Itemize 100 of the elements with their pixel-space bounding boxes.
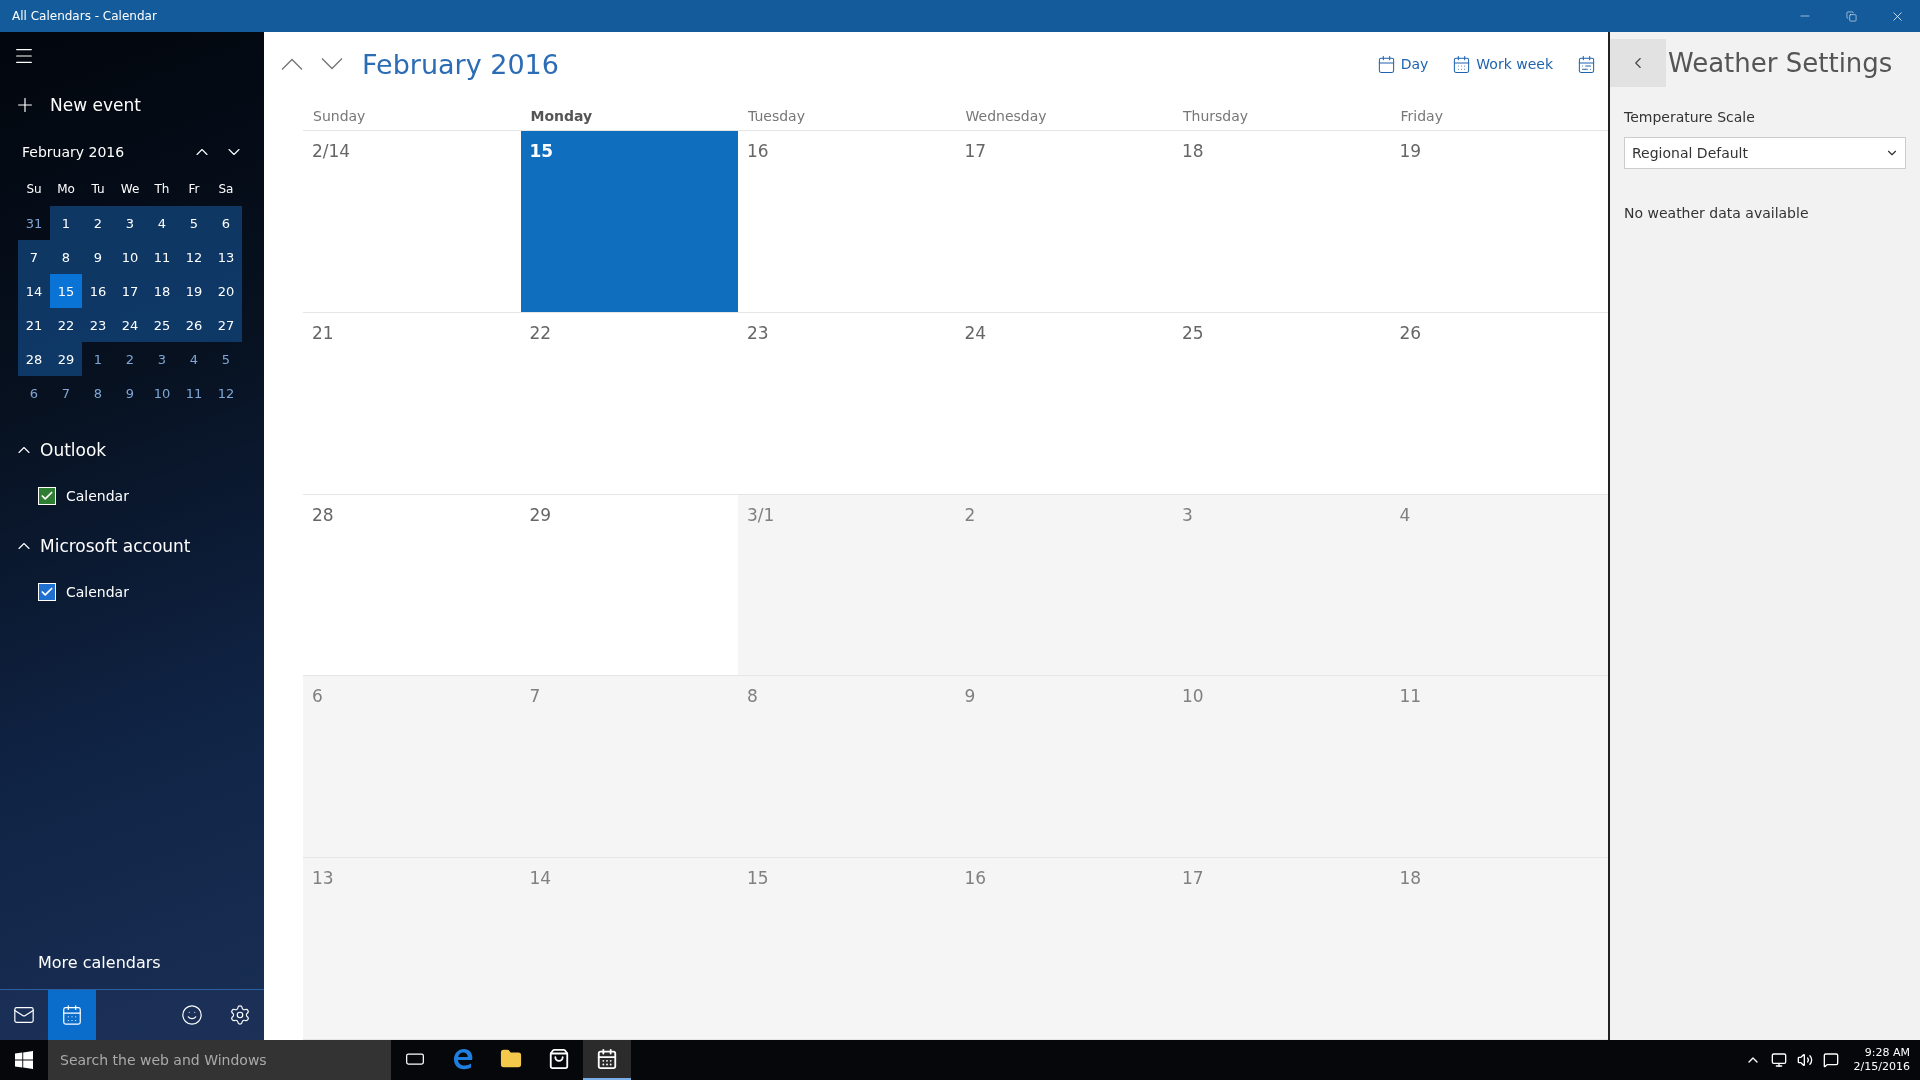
day-cell[interactable]: 11 (1390, 676, 1608, 858)
mini-calendar-day[interactable]: 26 (178, 308, 210, 342)
search-field[interactable]: Search the web and Windows (48, 1040, 391, 1080)
new-event-button[interactable]: New event (0, 86, 264, 124)
mini-calendar-day[interactable]: 4 (146, 206, 178, 240)
account-header[interactable]: Microsoft account (0, 524, 264, 568)
day-number: 25 (1182, 322, 1204, 343)
mini-calendar-day[interactable]: 3 (114, 206, 146, 240)
mini-calendar-day[interactable]: 20 (210, 274, 242, 308)
mini-calendar-day[interactable]: 8 (50, 240, 82, 274)
mini-calendar-day[interactable]: 13 (210, 240, 242, 274)
mini-calendar-day[interactable]: 23 (82, 308, 114, 342)
mini-calendar-day[interactable]: 7 (50, 376, 82, 410)
day-number: 13 (312, 868, 334, 889)
day-number: 18 (1399, 868, 1422, 889)
mini-calendar-day[interactable]: 2 (114, 342, 146, 376)
day-number: 3 (1182, 504, 1193, 525)
weekday-label: Th (153, 181, 171, 198)
calendar-checkbox[interactable] (38, 487, 56, 505)
day-view-button[interactable]: Day (1364, 54, 1441, 74)
mini-calendar-day[interactable]: 10 (146, 376, 178, 410)
window-title: All Calendars - Calendar (11, 9, 158, 23)
day-number: 26 (1399, 322, 1422, 343)
mini-calendar-day[interactable]: 18 (146, 274, 178, 308)
calendar-icon (61, 1004, 83, 1026)
mini-calendar-day[interactable]: 1 (82, 342, 114, 376)
mini-calendar-day[interactable]: 19 (178, 274, 210, 308)
mini-calendar-day[interactable]: 27 (210, 308, 242, 342)
mini-calendar-day[interactable]: 10 (114, 240, 146, 274)
mini-calendar-day[interactable]: 4 (178, 342, 210, 376)
mini-calendar-day[interactable]: 5 (178, 206, 210, 240)
mini-calendar-day[interactable]: 8 (82, 376, 114, 410)
clock-date: 2/15/2016 (1853, 1060, 1910, 1074)
more-calendars-link[interactable]: More calendars (0, 945, 264, 989)
letter-e-icon (452, 1048, 474, 1070)
day-number: 3/1 (747, 504, 775, 525)
mini-calendar-day[interactable]: 5 (210, 342, 242, 376)
day-number: 16 (964, 868, 987, 889)
mini-calendar-day[interactable]: 15 (50, 274, 82, 308)
day-number: 19 (1399, 141, 1422, 161)
calendar-app-button[interactable] (583, 1040, 631, 1080)
day-cell[interactable]: 18 (1390, 858, 1608, 1039)
day-cell[interactable]: 13 (303, 858, 521, 1039)
mini-calendar-day[interactable]: 7 (18, 240, 50, 274)
network-icon[interactable] (1770, 1052, 1787, 1068)
calendar-button[interactable] (48, 990, 96, 1040)
temperature-scale-dropdown[interactable]: Regional Default (1624, 137, 1906, 169)
mini-calendar-day[interactable]: 28 (18, 342, 50, 376)
day-number: 16 (747, 141, 769, 161)
mini-calendar-day[interactable]: 11 (146, 240, 178, 274)
day-number: 10 (1182, 686, 1204, 707)
mini-calendar-day[interactable]: 12 (178, 240, 210, 274)
mini-calendar-day[interactable]: 25 (146, 308, 178, 342)
month-title: February 2016 (362, 48, 560, 80)
mini-calendar-day[interactable]: 12 (210, 376, 242, 410)
day-cell[interactable]: 7 (520, 676, 738, 858)
weekday-label: We (119, 181, 141, 198)
day-cell[interactable]: 15 (520, 131, 738, 312)
calendar-checkbox[interactable] (38, 583, 56, 601)
day-cell[interactable]: 3/1 (738, 494, 956, 676)
mini-calendar-day[interactable]: 6 (18, 376, 50, 410)
weekday-label: Fr (187, 181, 201, 198)
mini-calendar-day[interactable]: 16 (82, 274, 114, 308)
day-cell[interactable]: 17 (1173, 858, 1391, 1039)
check-icon (40, 489, 54, 503)
mini-calendar-day[interactable]: 31 (18, 206, 50, 240)
day-cell[interactable]: 2 (955, 494, 1173, 676)
day-cell[interactable]: 6 (303, 676, 521, 858)
mini-calendar-day[interactable]: 9 (114, 376, 146, 410)
notifications-icon[interactable] (1822, 1052, 1839, 1068)
work-week-view-button[interactable]: Work week (1440, 54, 1565, 74)
day-number: 17 (964, 141, 987, 161)
mini-calendar-day[interactable]: 11 (178, 376, 210, 410)
day-cell[interactable]: 16 (955, 858, 1173, 1039)
smiley-icon (181, 1004, 203, 1026)
settings-icon (229, 1004, 251, 1026)
mini-calendar-day[interactable]: 29 (50, 342, 82, 376)
day-cell[interactable]: 10 (1173, 676, 1391, 858)
mini-calendar-day[interactable]: 2 (82, 206, 114, 240)
chevron-up-icon (281, 58, 303, 70)
mini-calendar-day[interactable]: 1 (50, 206, 82, 240)
day-cell[interactable]: 8 (738, 676, 956, 858)
mini-calendar-day[interactable]: 3 (146, 342, 178, 376)
day-cell[interactable]: 4 (1390, 494, 1608, 676)
day-cell[interactable]: 15 (738, 858, 956, 1039)
mini-calendar-day[interactable]: 17 (114, 274, 146, 308)
mini-calendar-day[interactable]: 9 (82, 240, 114, 274)
mini-calendar-day[interactable]: 22 (50, 308, 82, 342)
mini-calendar-day[interactable]: 6 (210, 206, 242, 240)
day-cell[interactable]: 3 (1173, 494, 1391, 676)
mini-calendar-day[interactable]: 14 (18, 274, 50, 308)
volume-icon[interactable] (1796, 1052, 1813, 1068)
day-cell[interactable]: 9 (955, 676, 1173, 858)
weekday-header: Sunday (312, 108, 367, 126)
day-cell[interactable]: 14 (520, 858, 738, 1039)
day-number: 15 (747, 868, 769, 889)
folder-icon (500, 1048, 522, 1070)
account-header[interactable]: Outlook (0, 428, 264, 472)
mini-calendar-day[interactable]: 21 (18, 308, 50, 342)
mini-calendar-day[interactable]: 24 (114, 308, 146, 342)
